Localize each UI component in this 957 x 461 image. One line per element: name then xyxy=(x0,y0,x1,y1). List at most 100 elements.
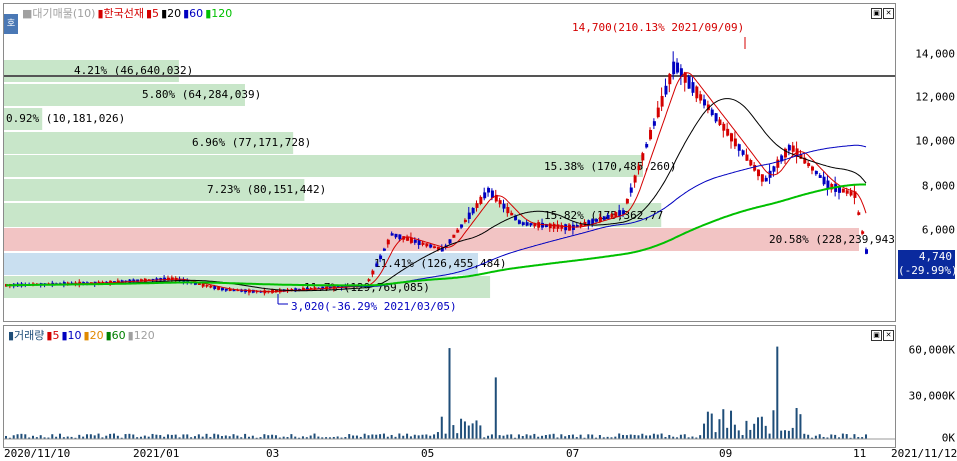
volume-bar xyxy=(182,434,185,439)
volume-bar xyxy=(853,434,856,439)
volume-bar xyxy=(236,435,239,439)
volume-bar xyxy=(818,434,821,439)
volume-legend-item[interactable]: ▮60 xyxy=(106,329,126,342)
candle-body xyxy=(791,145,795,152)
volume-bar xyxy=(475,420,478,439)
price-chart[interactable]: 4.21% (46,640,032)5.80% (64,284,039)0.92… xyxy=(4,4,895,321)
volume-legend-item[interactable]: ▮5 xyxy=(46,329,59,342)
volume-bar xyxy=(591,434,594,439)
volume-bar xyxy=(679,434,682,439)
volume-chart[interactable] xyxy=(4,326,895,447)
volume-bar xyxy=(452,425,455,439)
candle-body xyxy=(498,200,502,205)
volume-bar xyxy=(645,435,648,439)
close-icon[interactable]: ✕ xyxy=(883,330,894,341)
candle-body xyxy=(379,255,383,260)
volume-bar xyxy=(622,434,625,439)
volume-bar xyxy=(745,420,748,439)
volume-axis: 60,000K 30,000K 0K xyxy=(898,325,957,446)
volume-bar xyxy=(174,434,177,439)
price-chart-pane[interactable]: 4.21% (46,640,032) 5.80% (64,284,039) 0.92… xyxy=(3,3,896,322)
candle-body xyxy=(606,214,610,219)
candle-body xyxy=(822,176,826,185)
volume-bar xyxy=(406,433,409,439)
legend-item[interactable]: ▮한국선재 xyxy=(97,7,144,20)
candle-body xyxy=(722,123,726,131)
volume-bar xyxy=(776,346,779,439)
volume-legend-item[interactable]: ▮20 xyxy=(84,329,104,342)
volume-bar xyxy=(352,435,355,439)
volume-bar xyxy=(128,433,131,439)
candle-body xyxy=(699,94,703,101)
volume-bar xyxy=(529,435,532,439)
price-legend: ■대기매물(10) ▮한국선재 ▮5 ▮20 ▮60 ▮120 xyxy=(22,5,234,21)
volume-bar xyxy=(460,418,463,439)
chart-toggle-icon[interactable]: 호 xyxy=(4,14,18,34)
candle-body xyxy=(714,113,718,122)
candle-body xyxy=(757,169,761,177)
volume-bar xyxy=(186,434,189,439)
volume-profile-label: 7.23% (80,151,442) xyxy=(207,183,326,196)
candle-body xyxy=(382,248,386,251)
legend-item[interactable]: ■대기매물(10) xyxy=(22,7,95,20)
price-tick: 8,000 xyxy=(921,179,955,193)
volume-bar xyxy=(637,435,640,439)
volume-bar xyxy=(757,417,760,439)
candle-body xyxy=(371,270,375,275)
candle-body xyxy=(710,109,714,116)
volume-chart-pane[interactable]: ▮거래량 ▮5 ▮10 ▮20 ▮60 ▮120 ▣ ✕ xyxy=(3,325,896,448)
date-tick: 11 xyxy=(853,447,867,460)
volume-bar xyxy=(641,433,644,439)
candle-body xyxy=(475,203,479,208)
candle-body xyxy=(695,86,699,99)
candle-body xyxy=(811,166,815,171)
legend-item[interactable]: ▮20 xyxy=(161,7,181,20)
volume-bar xyxy=(587,434,590,439)
volume-bar xyxy=(764,425,767,439)
volume-bar xyxy=(726,427,729,439)
current-price-change: (-29.99%) xyxy=(898,264,957,277)
candle-body xyxy=(463,219,467,223)
volume-bar xyxy=(571,434,574,439)
close-icon[interactable]: ✕ xyxy=(883,8,894,19)
candle-body xyxy=(672,61,676,75)
candle-body xyxy=(676,62,680,73)
volume-bar xyxy=(232,434,235,439)
volume-bar xyxy=(433,434,436,439)
candle-body xyxy=(367,279,371,282)
candle-body xyxy=(224,288,228,291)
volume-bar xyxy=(375,434,378,439)
volume-bar xyxy=(132,434,135,439)
volume-bar xyxy=(718,419,721,439)
volume-legend-item[interactable]: ▮120 xyxy=(128,329,155,342)
volume-bar xyxy=(791,427,794,439)
candle-body xyxy=(598,217,602,222)
legend-item[interactable]: ▮60 xyxy=(183,7,203,20)
price-tick: 6,000 xyxy=(921,223,955,237)
volume-legend-item[interactable]: ▮10 xyxy=(61,329,81,342)
volume-bar xyxy=(371,434,374,439)
candle-body xyxy=(541,222,545,228)
candle-body xyxy=(629,187,633,193)
volume-bar xyxy=(498,435,501,439)
candle-body xyxy=(479,196,483,205)
legend-item[interactable]: ▮120 xyxy=(205,7,232,20)
volume-bar xyxy=(633,434,636,439)
legend-item[interactable]: ▮5 xyxy=(146,7,159,20)
volume-bar xyxy=(749,429,752,439)
candle-body xyxy=(417,240,421,246)
candle-body xyxy=(556,224,560,229)
volume-bar xyxy=(155,434,158,439)
volume-bar xyxy=(780,430,783,439)
maximize-icon[interactable]: ▣ xyxy=(871,8,882,19)
date-tick: 09 xyxy=(719,447,733,460)
maximize-icon[interactable]: ▣ xyxy=(871,330,882,341)
volume-bar xyxy=(367,435,370,439)
volume-legend-item[interactable]: ▮거래량 xyxy=(8,329,44,342)
volume-bar xyxy=(313,433,316,439)
volume-bar xyxy=(568,435,571,439)
volume-bar xyxy=(244,433,247,439)
volume-profile-label: 6.96% (77,171,728) xyxy=(192,136,311,149)
current-price-value: 4,740 xyxy=(918,250,952,263)
candle-body xyxy=(217,286,221,290)
